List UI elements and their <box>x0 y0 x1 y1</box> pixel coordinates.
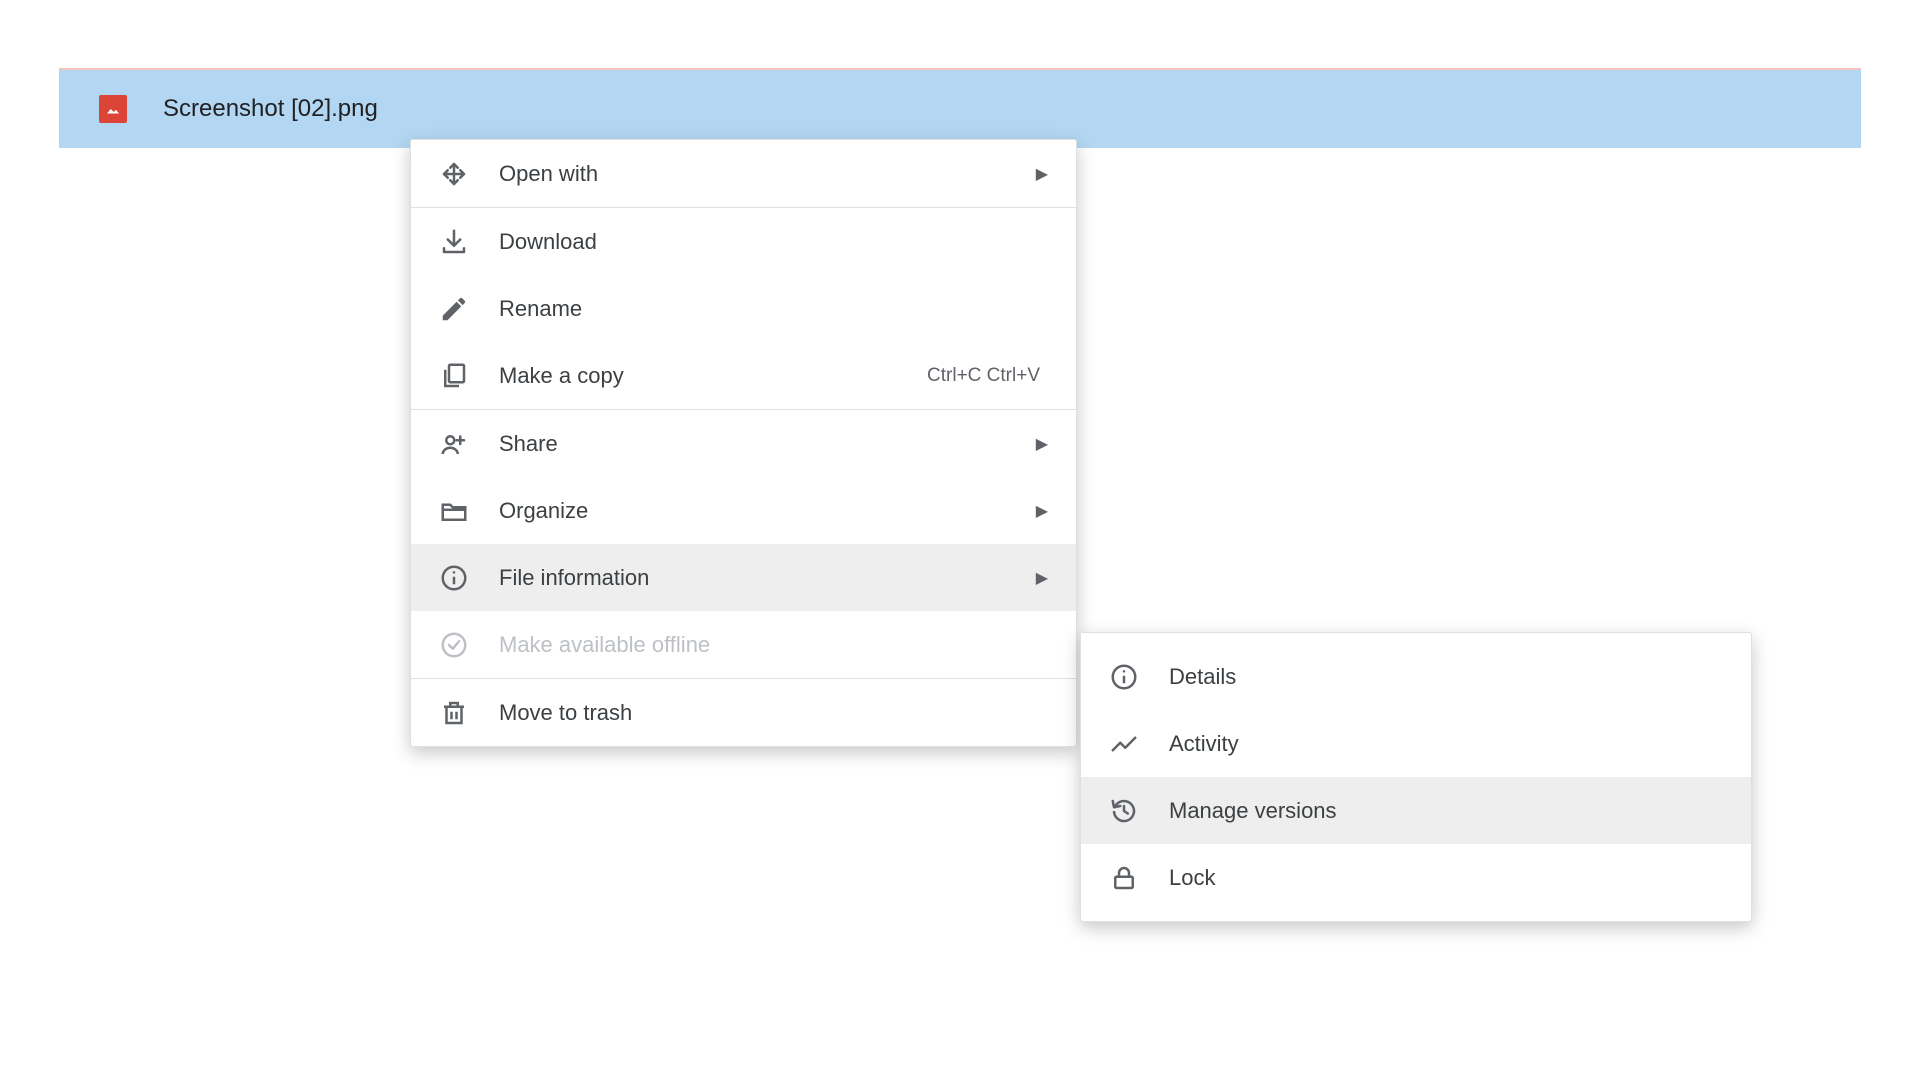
menu-label: File information <box>499 565 1036 591</box>
menu-label: Open with <box>499 161 1036 187</box>
context-menu: Open with ▶ Download Rename Make a copy <box>410 139 1077 747</box>
info-icon <box>439 563 469 593</box>
menu-share[interactable]: Share ▶ <box>411 410 1076 477</box>
activity-icon <box>1109 729 1139 759</box>
submenu-activity[interactable]: Activity <box>1081 710 1751 777</box>
submenu-details[interactable]: Details <box>1081 643 1751 710</box>
copy-icon <box>439 361 469 391</box>
menu-rename[interactable]: Rename <box>411 275 1076 342</box>
info-icon <box>1109 662 1139 692</box>
submenu-arrow-icon: ▶ <box>1036 164 1048 184</box>
share-icon <box>439 429 469 459</box>
image-file-icon <box>99 95 127 123</box>
submenu-arrow-icon: ▶ <box>1036 568 1048 588</box>
submenu-label: Details <box>1169 664 1723 690</box>
menu-label: Organize <box>499 498 1036 524</box>
organize-icon <box>439 496 469 526</box>
menu-download[interactable]: Download <box>411 208 1076 275</box>
menu-label: Share <box>499 431 1036 457</box>
file-row-selected[interactable]: Screenshot [02].png <box>59 68 1861 148</box>
menu-label: Download <box>499 229 1048 255</box>
submenu-label: Lock <box>1169 865 1723 891</box>
lock-icon <box>1109 863 1139 893</box>
submenu-arrow-icon: ▶ <box>1036 501 1048 521</box>
download-icon <box>439 227 469 257</box>
history-icon <box>1109 796 1139 826</box>
trash-icon <box>439 698 469 728</box>
menu-label: Rename <box>499 296 1048 322</box>
menu-label: Move to trash <box>499 700 1048 726</box>
menu-make-available-offline: Make available offline <box>411 611 1076 678</box>
menu-open-with[interactable]: Open with ▶ <box>411 140 1076 207</box>
submenu-label: Activity <box>1169 731 1723 757</box>
menu-move-to-trash[interactable]: Move to trash <box>411 679 1076 746</box>
menu-make-copy[interactable]: Make a copy Ctrl+C Ctrl+V <box>411 342 1076 409</box>
menu-file-information[interactable]: File information ▶ <box>411 544 1076 611</box>
submenu-manage-versions[interactable]: Manage versions <box>1081 777 1751 844</box>
menu-shortcut: Ctrl+C Ctrl+V <box>927 365 1040 387</box>
offline-icon <box>439 630 469 660</box>
menu-label: Make a copy <box>499 363 927 389</box>
submenu-lock[interactable]: Lock <box>1081 844 1751 911</box>
file-name: Screenshot [02].png <box>163 95 378 123</box>
open-with-icon <box>439 159 469 189</box>
menu-label: Make available offline <box>499 632 1048 658</box>
submenu-arrow-icon: ▶ <box>1036 434 1048 454</box>
file-information-submenu: Details Activity Manage versions Lock <box>1080 632 1752 922</box>
rename-icon <box>439 294 469 324</box>
submenu-label: Manage versions <box>1169 798 1723 824</box>
menu-organize[interactable]: Organize ▶ <box>411 477 1076 544</box>
